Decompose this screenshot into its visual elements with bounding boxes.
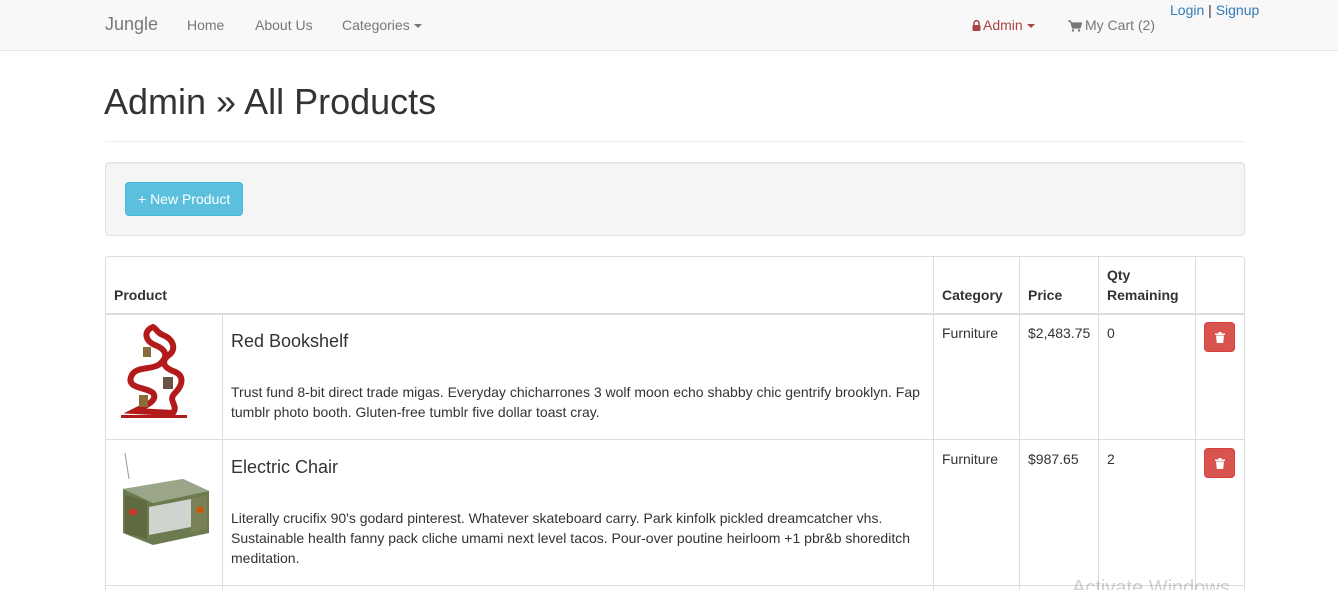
navbar: Jungle Home About Us Categories Admin My… <box>0 0 1338 51</box>
product-price: $2,483.75 <box>1028 325 1091 341</box>
row-divider <box>106 439 1244 440</box>
header-price: Price <box>1028 287 1063 303</box>
header-divider <box>105 141 1245 142</box>
my-cart-label: My Cart (2) <box>1085 17 1155 33</box>
lock-icon <box>972 18 981 34</box>
trash-icon <box>1215 332 1225 343</box>
column-divider <box>1098 257 1099 590</box>
header-qty-line1: Qty <box>1107 267 1131 283</box>
admin-dropdown[interactable]: Admin <box>972 17 1035 34</box>
page-title: Admin » All Products <box>104 81 437 122</box>
product-category: Furniture <box>942 451 999 467</box>
trash-icon <box>1215 458 1225 469</box>
product-category: Furniture <box>942 325 999 341</box>
nav-categories-dropdown[interactable]: Categories <box>342 17 422 33</box>
product-name[interactable]: Red Bookshelf <box>231 331 348 352</box>
product-image <box>113 449 213 549</box>
product-description: Trust fund 8-bit direct trade migas. Eve… <box>231 384 920 420</box>
product-qty: 0 <box>1107 325 1115 341</box>
caret-down-icon <box>413 24 422 29</box>
header-divider <box>106 313 1244 315</box>
nav-about-us[interactable]: About Us <box>255 17 313 33</box>
header-product: Product <box>114 287 167 303</box>
auth-separator: | <box>1208 2 1212 18</box>
product-name[interactable]: Electric Chair <box>231 457 338 478</box>
my-cart-link[interactable]: My Cart (2) <box>1068 17 1155 35</box>
toolbar-well: + New Product <box>105 162 1245 236</box>
caret-down-icon <box>1026 24 1035 29</box>
product-qty: 2 <box>1107 451 1115 467</box>
delete-button[interactable] <box>1204 322 1235 352</box>
auth-links: Login | Signup <box>1170 2 1259 18</box>
activate-windows-watermark: Activate Windows <box>1072 577 1230 590</box>
column-divider <box>933 257 934 590</box>
new-product-button[interactable]: + New Product <box>125 182 244 216</box>
column-divider <box>222 314 223 590</box>
product-image <box>113 321 195 421</box>
admin-label: Admin <box>983 17 1023 33</box>
column-divider <box>1195 257 1196 590</box>
header-qty-line2: Remaining <box>1107 287 1179 303</box>
brand-link[interactable]: Jungle <box>105 14 158 35</box>
column-divider <box>1019 257 1020 590</box>
nav-home[interactable]: Home <box>187 17 224 33</box>
signup-link[interactable]: Signup <box>1216 2 1260 18</box>
header-category: Category <box>942 287 1003 303</box>
login-link[interactable]: Login <box>1170 2 1204 18</box>
products-table: Product Category Price Qty Remaining Red… <box>105 256 1245 590</box>
nav-categories-label: Categories <box>342 17 410 33</box>
product-description: Literally crucifix 90's godard pinterest… <box>231 510 910 566</box>
delete-button[interactable] <box>1204 448 1235 478</box>
product-price: $987.65 <box>1028 451 1079 467</box>
shopping-cart-icon <box>1068 19 1083 35</box>
